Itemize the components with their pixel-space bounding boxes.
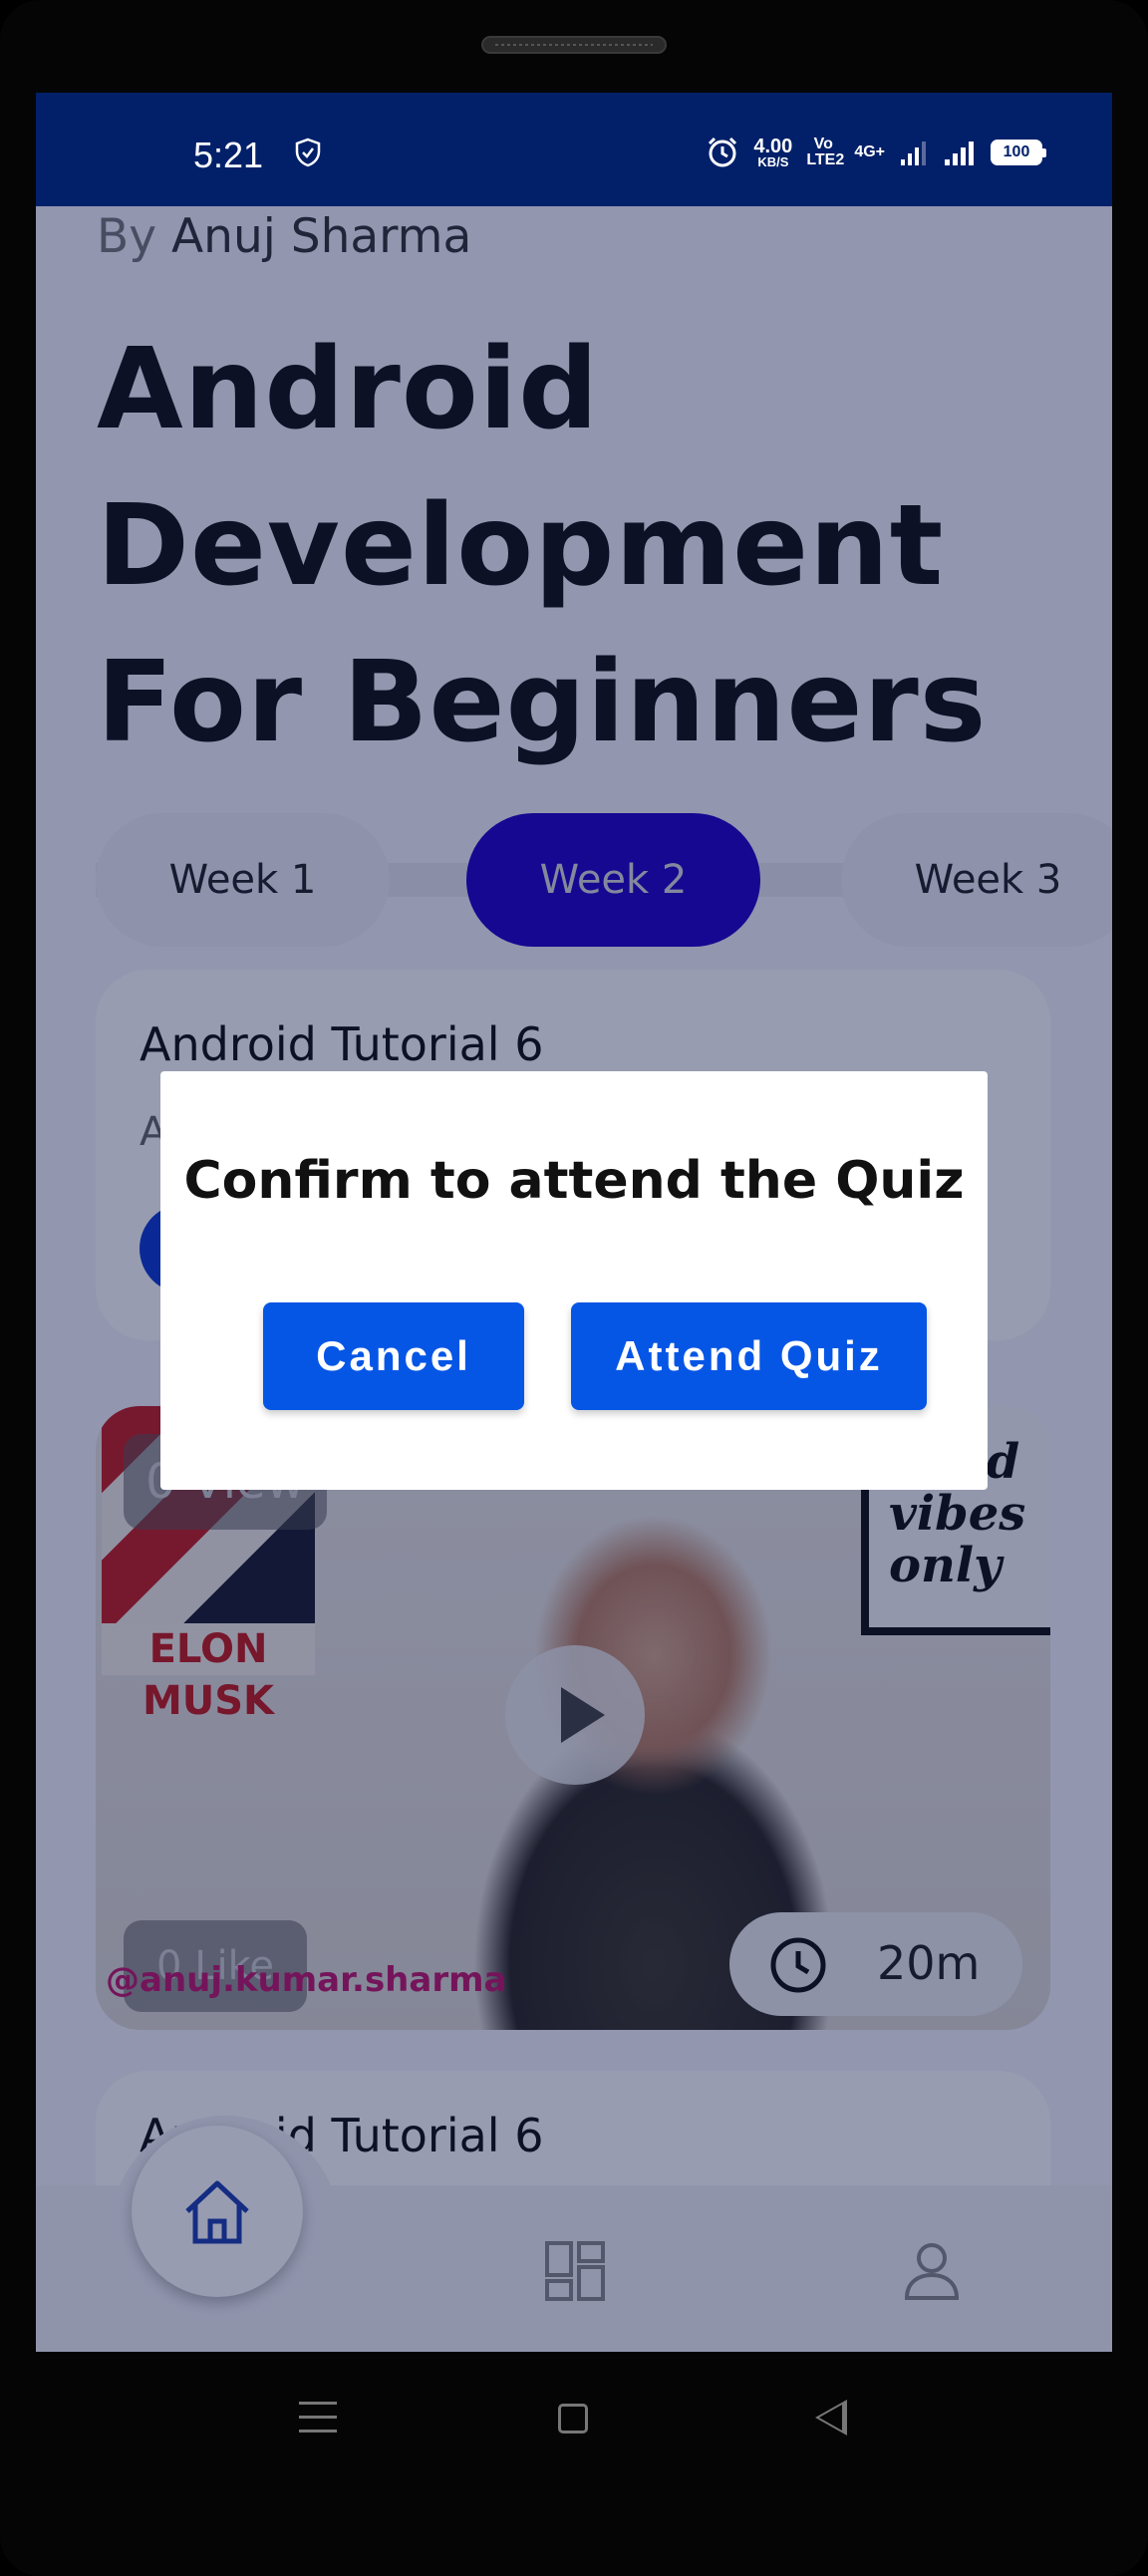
- status-indicators: 4.00 KB/S Vo LTE2 4G+ 100: [706, 133, 1046, 172]
- shield-icon: [295, 138, 321, 167]
- attend-quiz-button[interactable]: Attend Quiz: [571, 1302, 927, 1410]
- signal-icon-2: [945, 142, 974, 165]
- status-time: 5:21: [193, 135, 264, 175]
- back-icon[interactable]: [815, 2400, 847, 2435]
- app-screen: 5:21 4.00 KB/S Vo LTE2 4G+ 100 By Anuj S…: [36, 93, 1112, 2352]
- signal-icon-1: [901, 142, 926, 165]
- volte-indicator: Vo LTE2: [806, 136, 845, 168]
- system-nav-bar: [0, 2352, 1148, 2471]
- network-speed-value: 4.00: [753, 135, 793, 157]
- alarm-icon: [709, 137, 737, 167]
- network-speed: 4.00 KB/S: [753, 135, 793, 169]
- home-key-icon[interactable]: [558, 2404, 588, 2433]
- network-type: 4G+: [854, 143, 885, 160]
- phone-frame: 5:21 4.00 KB/S Vo LTE2 4G+ 100 By Anuj S…: [0, 0, 1148, 2576]
- cancel-button[interactable]: Cancel: [263, 1302, 524, 1410]
- network-speed-unit: KB/S: [757, 153, 789, 169]
- quiz-confirm-dialog: Confirm to attend the Quiz Cancel Attend…: [160, 1071, 988, 1490]
- menu-icon[interactable]: [299, 2402, 337, 2435]
- dialog-message: Confirm to attend the Quiz: [183, 1151, 965, 1211]
- earpiece-speaker: [481, 36, 667, 54]
- battery-icon: 100: [991, 140, 1046, 165]
- status-bar: 5:21 4.00 KB/S Vo LTE2 4G+ 100: [36, 93, 1112, 206]
